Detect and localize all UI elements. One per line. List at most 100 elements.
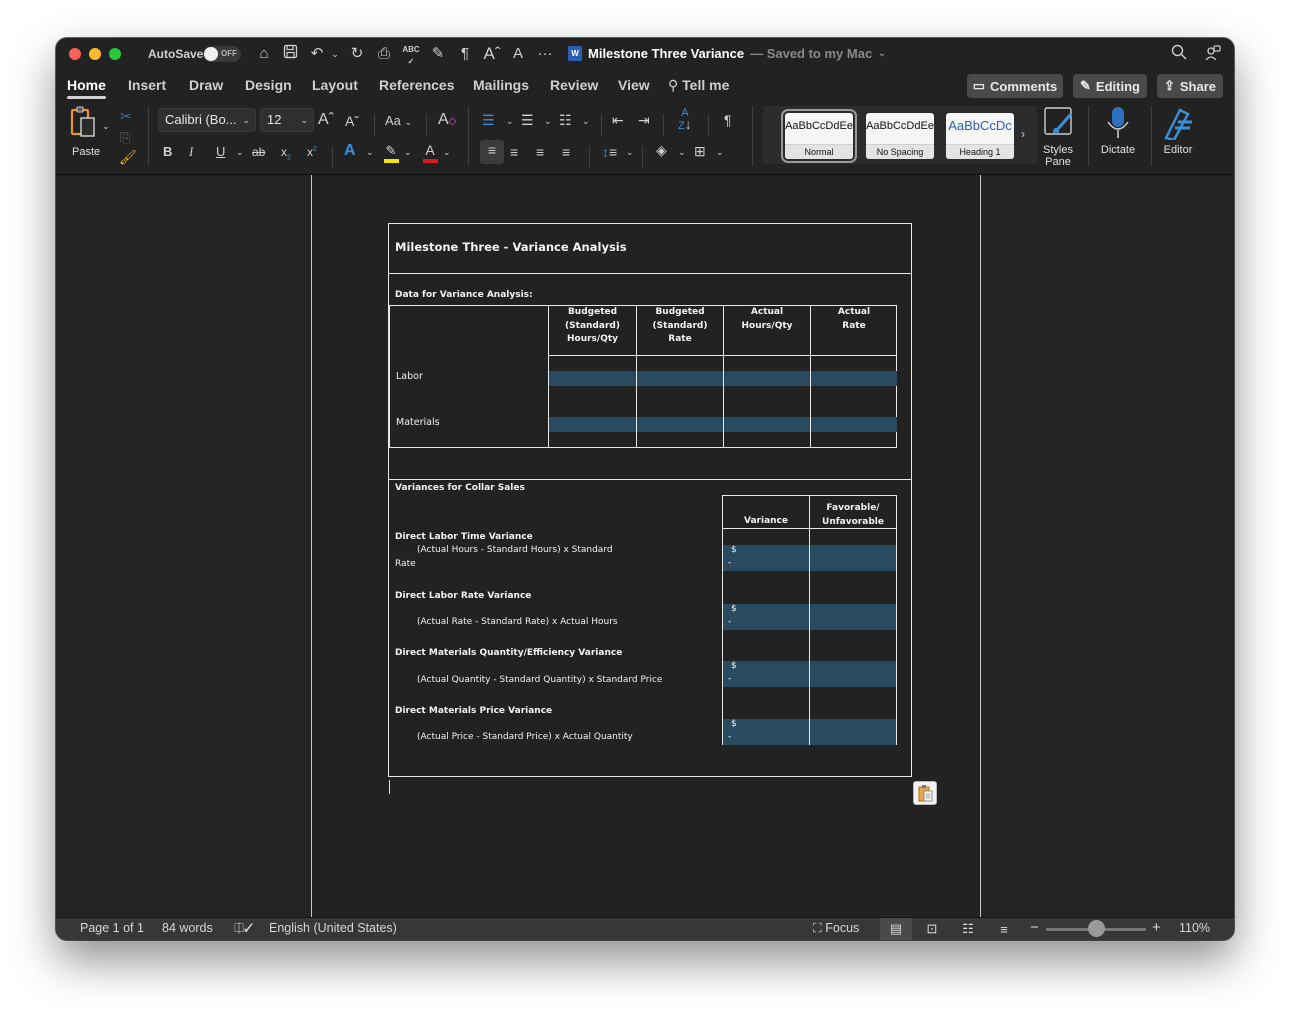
cut-icon[interactable]: ✂ (120, 106, 132, 126)
tab-review[interactable]: Review (550, 77, 598, 93)
underline-options-chevron-icon[interactable]: ⌄ (236, 142, 244, 162)
tab-insert[interactable]: Insert (128, 77, 166, 93)
print-layout-view-button[interactable]: ▤ (880, 918, 912, 940)
zoom-in-button[interactable]: + (1152, 919, 1161, 936)
align-center-icon[interactable]: ≡ (510, 142, 518, 162)
share-button[interactable]: ⇪ Share (1157, 74, 1223, 98)
sort-icon[interactable]: A Z↓ (678, 108, 692, 132)
clear-formatting-icon[interactable]: A◇ (438, 110, 456, 132)
paragraph-marks-icon[interactable]: ¶ (456, 44, 474, 64)
paste-options-chevron-icon[interactable]: ⌄ (102, 116, 110, 136)
redo-icon[interactable]: ↻ (347, 44, 367, 64)
decrease-indent-icon[interactable]: ⇤ (612, 110, 624, 130)
language[interactable]: English (United States) (269, 921, 397, 935)
microphone-icon[interactable] (1106, 106, 1130, 145)
styles-more-chevron-icon[interactable]: › (1021, 124, 1025, 144)
zoom-slider-handle[interactable] (1087, 920, 1105, 937)
font-color-button[interactable]: A (422, 140, 438, 163)
editor-icon[interactable] (1162, 106, 1194, 145)
text-effects-icon[interactable]: A (344, 141, 356, 161)
borders-icon[interactable]: ⊞ (694, 141, 706, 161)
proofing-icon[interactable]: ⎅✓ (234, 921, 253, 936)
highlight-color-button[interactable]: ✎ (382, 140, 400, 163)
autosave-toggle[interactable]: OFF (203, 46, 241, 62)
bold-button[interactable]: B (163, 142, 172, 162)
change-case-button[interactable]: Aa ⌄ (385, 111, 412, 132)
superscript-button[interactable]: x2 (307, 140, 317, 162)
tab-references[interactable]: References (379, 77, 455, 93)
web-layout-view-button[interactable]: ⊡ (916, 918, 948, 940)
tab-layout[interactable]: Layout (312, 77, 358, 93)
bullets-chevron-icon[interactable]: ⌄ (506, 111, 514, 131)
variance-value: - (728, 558, 732, 568)
focus-button[interactable]: ⛶ Focus (813, 921, 859, 936)
document-title[interactable]: W Milestone Three Variance — Saved to my… (568, 46, 886, 61)
shrink-font-icon[interactable]: Aˇ (345, 111, 359, 131)
document-canvas[interactable]: Milestone Three - Variance Analysis Data… (56, 175, 1234, 917)
multilevel-chevron-icon[interactable]: ⌄ (582, 111, 590, 131)
zoom-level[interactable]: 110% (1179, 921, 1210, 935)
word-count[interactable]: 84 words (162, 921, 213, 935)
bullets-icon[interactable]: ☰ (482, 110, 495, 130)
paste-options-button[interactable] (913, 781, 937, 805)
minimize-window-button[interactable] (89, 48, 101, 60)
data-table: Budgeted (Standard) Hours/Qty Budgeted (Sta… (389, 305, 897, 448)
fullscreen-window-button[interactable] (109, 48, 121, 60)
outline-view-button[interactable]: ☷ (952, 918, 984, 940)
page-count[interactable]: Page 1 of 1 (80, 921, 144, 935)
home-icon[interactable]: ⌂ (255, 44, 273, 64)
close-window-button[interactable] (69, 48, 81, 60)
style-normal[interactable]: AaBbCcDdEe Normal (781, 109, 857, 163)
undo-icon[interactable]: ↶ (308, 44, 326, 64)
justify-icon[interactable]: ≡ (562, 142, 570, 162)
tell-me-search[interactable]: ⚲ Tell me (668, 77, 729, 94)
copy-icon[interactable]: ⎘ (120, 128, 130, 148)
comments-button[interactable]: ▭ Comments (967, 74, 1063, 98)
search-icon[interactable] (1171, 44, 1187, 65)
line-spacing-icon[interactable]: ↕≡ (602, 142, 617, 162)
tab-design[interactable]: Design (245, 77, 292, 93)
shading-chevron-icon[interactable]: ⌄ (678, 142, 686, 162)
style-no-spacing[interactable]: AaBbCcDdEe No Spacing (866, 113, 934, 159)
numbering-chevron-icon[interactable]: ⌄ (544, 111, 552, 131)
borders-chevron-icon[interactable]: ⌄ (716, 142, 724, 162)
style-heading-1[interactable]: AaBbCcDc Heading 1 (946, 113, 1014, 159)
draft-view-button[interactable]: ≡ (988, 918, 1020, 940)
text-effects-chevron-icon[interactable]: ⌄ (366, 142, 374, 162)
line-spacing-chevron-icon[interactable]: ⌄ (626, 142, 634, 162)
underline-button[interactable]: U (216, 142, 225, 162)
zoom-out-button[interactable]: − (1030, 919, 1039, 936)
more-icon[interactable]: ··· (536, 44, 554, 64)
show-formatting-icon[interactable]: ¶ (724, 110, 732, 130)
align-right-icon[interactable]: ≡ (536, 142, 544, 162)
align-left-button[interactable]: ≡ (480, 140, 504, 164)
print-icon[interactable]: ⎙ (374, 44, 394, 64)
font-color-chevron-icon[interactable]: ⌄ (443, 142, 451, 162)
multilevel-list-icon[interactable]: ☷ (559, 110, 572, 130)
tab-mailings[interactable]: Mailings (473, 77, 529, 93)
increase-indent-icon[interactable]: ⇥ (638, 110, 650, 130)
spelling-icon[interactable]: ABC ✓ (401, 44, 421, 66)
subscript-button[interactable]: x2 (281, 142, 291, 168)
editing-button[interactable]: ✎ Editing (1073, 74, 1147, 98)
shrink-font-icon[interactable]: A (510, 44, 526, 64)
tab-home[interactable]: Home (67, 77, 106, 99)
paste-button[interactable] (68, 106, 98, 140)
numbering-icon[interactable]: ☰ (521, 110, 534, 130)
italic-button[interactable]: I (189, 142, 193, 162)
undo-dropdown-icon[interactable]: ⌄ (330, 44, 340, 64)
format-painter-icon[interactable]: 🖌 (119, 147, 137, 167)
font-name-select[interactable]: Calibri (Bo... ⌄ (158, 108, 256, 132)
shading-icon[interactable]: ◈ (656, 140, 667, 160)
tab-draw[interactable]: Draw (189, 77, 223, 93)
grow-font-icon[interactable]: Aˆ (318, 110, 334, 130)
save-as-icon[interactable]: ✎ (428, 44, 448, 64)
share-people-icon[interactable] (1204, 44, 1222, 67)
tab-view[interactable]: View (618, 77, 650, 93)
grow-font-icon[interactable]: Aˆ (481, 44, 503, 64)
strikethrough-button[interactable]: ab (252, 142, 265, 162)
save-icon[interactable] (281, 44, 299, 64)
font-size-select[interactable]: 12 ⌄ (260, 108, 314, 132)
styles-pane-button[interactable] (1043, 106, 1075, 143)
highlight-chevron-icon[interactable]: ⌄ (404, 142, 412, 162)
